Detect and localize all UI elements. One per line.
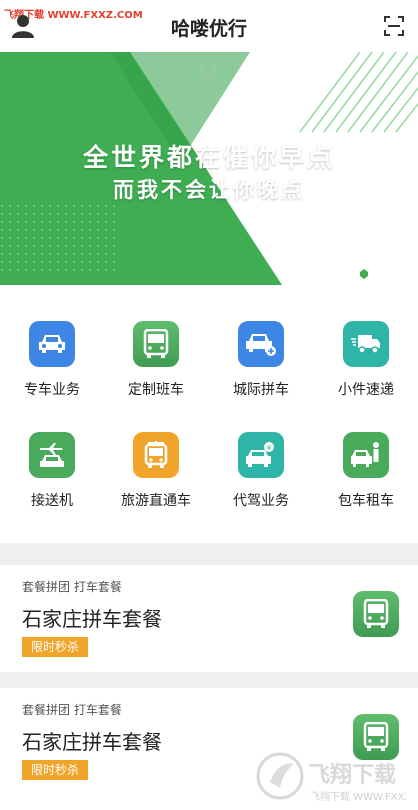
flash-sale-badge: 限时秒杀 [22,760,88,780]
bus-icon [353,591,399,637]
package-tags: 套餐拼团 打车套餐 [22,703,122,717]
watermark-logo: 飞翔下载 飞翔下载 WWW.FXXZ.COM [256,752,406,803]
service-label: 接送机 [31,493,73,509]
app-page: 飞翔下载 WWW.FXXZ.COM 哈喽优行 全世界都在催你早点 而我不会让你晚… [0,0,418,810]
package-name: 石家庄拼车套餐 [22,607,162,631]
service-label: 专车业务 [24,382,80,398]
service-item-intercity-carpool[interactable]: 城际拼车 [209,321,313,399]
service-label: 旅游直通车 [121,493,191,509]
service-item-airport-transfer[interactable]: 接送机 [0,432,104,510]
promo-banner[interactable]: 全世界都在催你早点 而我不会让你晚点 [0,52,418,285]
scan-icon[interactable] [384,16,404,36]
svg-text:¥: ¥ [267,444,272,452]
bus-icon [133,321,179,367]
banner-slogan-line1: 全世界都在催你早点 [82,143,335,172]
service-item-designated-driver[interactable]: ¥ 代驾业务 [209,432,313,510]
service-label: 城际拼车 [233,382,289,398]
service-item-parcel-delivery[interactable]: 小件速递 [314,321,418,399]
service-item-custom-bus[interactable]: 定制班车 [104,321,208,399]
driver-car-icon: ¥ [238,432,284,478]
rental-car-icon [343,432,389,478]
page-title: 哈喽优行 [170,18,247,40]
service-item-charter-rental[interactable]: 包车租车 [314,432,418,510]
service-label: 代驾业务 [233,493,289,509]
service-item-special-car[interactable]: 专车业务 [0,321,104,399]
truck-icon [343,321,389,367]
tour-bus-icon [133,432,179,478]
svg-text:飞翔下载 WWW.FXXZ.COM: 飞翔下载 WWW.FXXZ.COM [310,790,406,803]
service-grid: 专车业务 定制班车 城际拼车 小件速递 接送机 旅游直通车 ¥ 代驾业务 包车租… [0,285,418,543]
service-item-tour-express[interactable]: 旅游直通车 [104,432,208,510]
car-icon [29,321,75,367]
service-label: 定制班车 [128,382,184,398]
plane-car-icon [29,432,75,478]
package-name: 石家庄拼车套餐 [22,730,162,754]
top-bar: 飞翔下载 WWW.FXXZ.COM 哈喽优行 [0,0,418,52]
package-tags: 套餐拼团 打车套餐 [22,580,122,594]
service-label: 小件速递 [338,382,394,398]
package-card[interactable]: 套餐拼团 打车套餐 石家庄拼车套餐 限时秒杀 [0,565,418,672]
car-plus-icon [238,321,284,367]
svg-text:飞翔下载: 飞翔下载 [308,762,396,788]
flash-sale-badge: 限时秒杀 [22,637,88,657]
service-label: 包车租车 [338,493,394,509]
banner-slogan-line2: 而我不会让你晚点 [113,178,305,202]
